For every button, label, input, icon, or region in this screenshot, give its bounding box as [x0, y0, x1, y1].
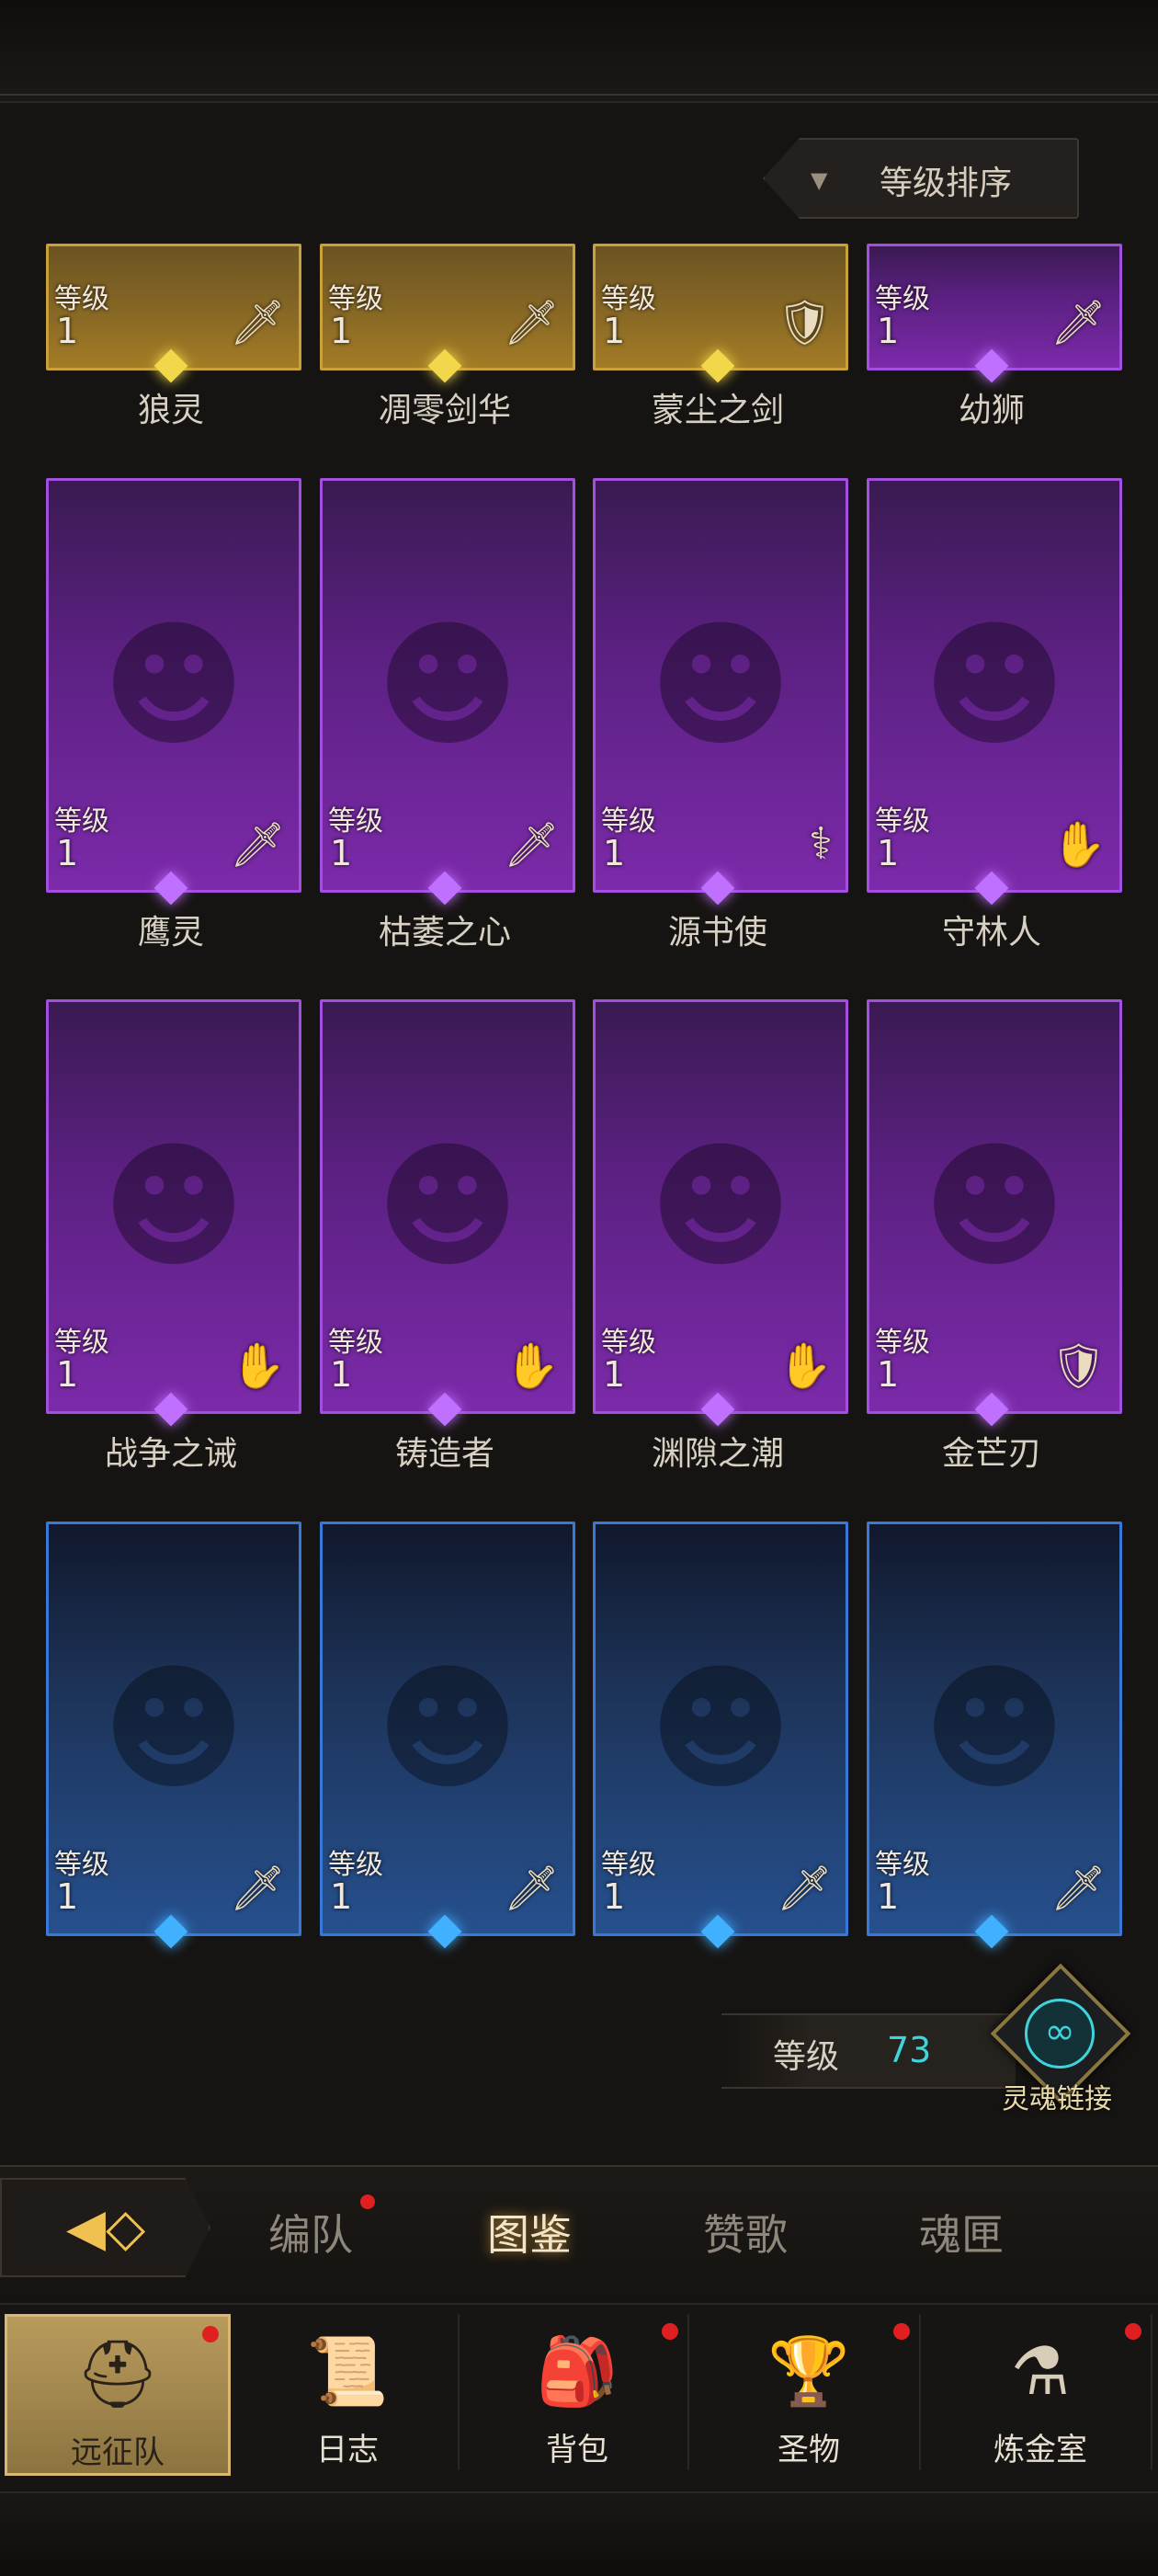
nav-label: 远征队 — [71, 2434, 165, 2471]
sword-icon: 🗡 — [504, 1863, 560, 1914]
nav-alchemy[interactable]: ⚗ 炼金室 — [930, 2314, 1152, 2470]
nav-label: 炼金室 — [993, 2432, 1087, 2468]
hero-name: 守林人 — [941, 914, 1041, 952]
sword-icon: 🗡 — [1050, 297, 1107, 348]
hero-name: 枯萎之心 — [378, 914, 511, 952]
bottom-frame — [0, 2491, 1158, 2576]
sword-icon: 🗡 — [230, 819, 286, 871]
soul-link-icon: ∞ — [1025, 1999, 1095, 2069]
hero-name: 源书使 — [667, 914, 767, 952]
hero-level-value: 1 — [330, 1876, 353, 1917]
sword-icon: 🗡 — [504, 297, 560, 348]
hero-level-value: 1 — [877, 311, 900, 351]
hero-level-value: 1 — [877, 1354, 900, 1395]
hero-card[interactable]: ☻ 等级 1 ✋ — [320, 999, 575, 1414]
staff-icon: ⚕ — [809, 818, 833, 870]
nav-journal[interactable]: 📜 日志 — [237, 2314, 460, 2470]
scroll-icon: 📜 — [306, 2332, 389, 2410]
hero-card[interactable]: ☻ 等级 1 🛡 — [867, 999, 1122, 1414]
nav-expedition[interactable]: ⛑ 远征队 — [5, 2314, 231, 2476]
alchemy-icon: ⚗ — [1010, 2332, 1071, 2410]
sort-label: 等级排序 — [880, 165, 1013, 202]
hero-card[interactable]: ☻ 等级 1 🗡 — [320, 1522, 575, 1936]
hero-level-value: 1 — [56, 311, 79, 351]
notification-dot — [202, 2326, 219, 2342]
hero-name: 战争之诫 — [104, 1435, 237, 1473]
hero-level-value: 1 — [603, 1876, 626, 1917]
tab-codex[interactable]: 图鉴 — [487, 2202, 572, 2263]
soul-link-button[interactable]: ∞ 灵魂链接 — [988, 1963, 1131, 2115]
tab-soul-box[interactable]: 魂匣 — [919, 2202, 1004, 2263]
hero-card[interactable]: ☻ 等级 1 ✋ — [46, 999, 301, 1414]
hero-card[interactable]: ☻ 等级 1 ✋ — [593, 999, 848, 1414]
sword-icon: 🗡 — [230, 297, 286, 348]
back-button[interactable]: ◀◇ — [0, 2178, 210, 2277]
hero-name: 鹰灵 — [137, 914, 204, 952]
hand-icon: ✋ — [778, 1340, 833, 1392]
hero-level-value: 1 — [330, 833, 353, 873]
hero-level-value: 1 — [603, 833, 626, 873]
hand-icon: ✋ — [231, 1340, 286, 1392]
hero-level-value: 1 — [877, 1876, 900, 1917]
hero-level-value: 1 — [603, 311, 626, 351]
hero-level-value: 1 — [603, 1354, 626, 1395]
dropdown-arrow-icon: ▼ — [811, 167, 828, 193]
hero-name: 蒙尘之剑 — [651, 392, 784, 429]
nav-relics[interactable]: 🏆 圣物 — [698, 2314, 921, 2470]
player-level-value: 73 — [887, 2030, 932, 2070]
hero-card[interactable]: ☻ 等级 1 🗡 — [46, 1522, 301, 1936]
hero-name: 铸造者 — [394, 1435, 494, 1473]
sword-icon: 🗡 — [230, 1863, 286, 1914]
nav-label: 圣物 — [778, 2432, 840, 2468]
notification-dot — [662, 2323, 678, 2340]
hero-card[interactable]: ☻ 等级 1 🗡 — [46, 478, 301, 893]
hero-level-value: 1 — [330, 1354, 353, 1395]
bag-icon: 🎒 — [536, 2332, 619, 2410]
tab-formation[interactable]: 编队 — [268, 2202, 353, 2263]
player-level-label: 等级 — [773, 2038, 840, 2076]
arrow-left-icon: ◀◇ — [66, 2198, 146, 2258]
nav-label: 背包 — [546, 2432, 608, 2468]
sub-tab-bar: ◀◇ 编队 图鉴 赞歌 魂匣 — [0, 2165, 1158, 2305]
player-level-bar: 等级 73 — [721, 2013, 1016, 2089]
sword-icon: 🗡 — [777, 1863, 833, 1914]
shield-icon: 🛡 — [777, 297, 833, 348]
hero-card[interactable]: ☻ 等级 1 🗡 — [867, 1522, 1122, 1936]
hero-card[interactable]: ☻ 等级 1 ✋ — [867, 478, 1122, 893]
shield-icon: 🛡 — [1050, 1340, 1107, 1392]
chalice-icon: 🏆 — [767, 2332, 850, 2410]
hero-name: 金芒刃 — [941, 1435, 1041, 1473]
notification-dot — [893, 2323, 910, 2340]
nav-label: 日志 — [316, 2432, 379, 2468]
hero-name: 幼狮 — [958, 392, 1025, 429]
hero-level-value: 1 — [877, 833, 900, 873]
notification-dot — [360, 2194, 375, 2209]
hero-level-value: 1 — [56, 1876, 79, 1917]
sword-icon: 🗡 — [1050, 1863, 1107, 1914]
hero-level-value: 1 — [56, 1354, 79, 1395]
hero-name: 狼灵 — [137, 392, 204, 429]
hero-name: 凋零剑华 — [378, 392, 511, 429]
hero-name: 渊隙之潮 — [651, 1435, 784, 1473]
tab-hymn[interactable]: 赞歌 — [703, 2202, 788, 2263]
hero-card[interactable]: ☻ 等级 1 ⚕ — [593, 478, 848, 893]
hand-icon: ✋ — [505, 1340, 560, 1392]
bottom-nav: ⛑ 远征队 📜 日志 🎒 背包 🏆 圣物 ⚗ 炼金室 — [0, 2303, 1158, 2489]
hand-icon: ✋ — [1051, 819, 1107, 871]
hero-level-value: 1 — [56, 833, 79, 873]
top-frame — [0, 0, 1158, 103]
soul-link-label: 灵魂链接 — [1002, 2083, 1112, 2115]
nav-backpack[interactable]: 🎒 背包 — [467, 2314, 689, 2470]
viking-helmet-icon: ⛑ — [75, 2335, 160, 2412]
hero-level-value: 1 — [330, 311, 353, 351]
sort-by-level-button[interactable]: ▼ 等级排序 — [763, 138, 1079, 219]
hero-card[interactable]: ☻ 等级 1 🗡 — [320, 478, 575, 893]
hero-card[interactable]: ☻ 等级 1 🗡 — [593, 1522, 848, 1936]
notification-dot — [1125, 2323, 1141, 2340]
sword-icon: 🗡 — [504, 819, 560, 871]
